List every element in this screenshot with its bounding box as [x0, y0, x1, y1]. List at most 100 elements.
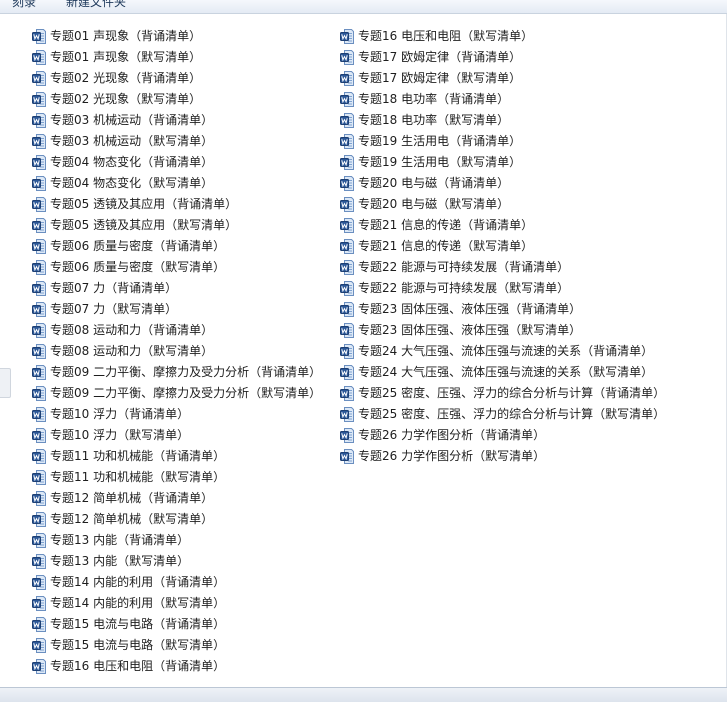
word-document-icon: [32, 71, 46, 86]
file-item[interactable]: 专题22 能源与可持续发展（默写清单）: [340, 278, 665, 299]
file-name: 专题10 浮力（默写清单）: [50, 428, 190, 442]
burn-button[interactable]: 刻录: [12, 0, 36, 10]
word-document-icon: [340, 302, 354, 317]
file-item[interactable]: 专题10 浮力（默写清单）: [32, 425, 321, 446]
file-item[interactable]: 专题02 光现象（默写清单）: [32, 89, 321, 110]
file-item[interactable]: 专题13 内能（默写清单）: [32, 551, 321, 572]
word-document-icon: [340, 344, 354, 359]
file-item[interactable]: 专题24 大气压强、流体压强与流速的关系（背诵清单）: [340, 341, 665, 362]
file-item[interactable]: 专题04 物态变化（默写清单）: [32, 173, 321, 194]
file-item[interactable]: 专题21 信息的传递（默写清单）: [340, 236, 665, 257]
file-item[interactable]: 专题05 透镜及其应用（默写清单）: [32, 215, 321, 236]
file-name: 专题25 密度、压强、浮力的综合分析与计算（背诵清单）: [358, 386, 666, 400]
file-name: 专题18 电功率（背诵清单）: [358, 92, 510, 106]
file-name: 专题08 运动和力（背诵清单）: [50, 323, 214, 337]
file-item[interactable]: 专题02 光现象（背诵清单）: [32, 68, 321, 89]
file-item[interactable]: 专题19 生活用电（背诵清单）: [340, 131, 665, 152]
file-item[interactable]: 专题15 电流与电路（背诵清单）: [32, 614, 321, 635]
file-name: 专题20 电与磁（背诵清单）: [358, 176, 510, 190]
file-name: 专题09 二力平衡、摩擦力及受力分析（默写清单）: [50, 386, 322, 400]
word-document-icon: [32, 533, 46, 548]
file-name: 专题17 欧姆定律（默写清单）: [358, 71, 522, 85]
file-item[interactable]: 专题22 能源与可持续发展（背诵清单）: [340, 257, 665, 278]
word-document-icon: [32, 113, 46, 128]
file-name: 专题04 物态变化（默写清单）: [50, 176, 214, 190]
file-item[interactable]: 专题07 力（背诵清单）: [32, 278, 321, 299]
word-document-icon: [32, 659, 46, 674]
file-item[interactable]: 专题23 固体压强、液体压强（背诵清单）: [340, 299, 665, 320]
file-item[interactable]: 专题09 二力平衡、摩擦力及受力分析（背诵清单）: [32, 362, 321, 383]
file-item[interactable]: 专题13 内能（背诵清单）: [32, 530, 321, 551]
file-name: 专题11 功和机械能（背诵清单）: [50, 449, 226, 463]
file-name: 专题15 电流与电路（背诵清单）: [50, 617, 226, 631]
explorer-toolbar: 刻录 新建文件夹: [0, 0, 727, 14]
word-document-icon: [32, 197, 46, 212]
file-item[interactable]: 专题24 大气压强、流体压强与流速的关系（默写清单）: [340, 362, 665, 383]
file-item[interactable]: 专题23 固体压强、液体压强（默写清单）: [340, 320, 665, 341]
file-item[interactable]: 专题08 运动和力（默写清单）: [32, 341, 321, 362]
file-item[interactable]: 专题08 运动和力（背诵清单）: [32, 320, 321, 341]
file-item[interactable]: 专题26 力学作图分析（背诵清单）: [340, 425, 665, 446]
file-item[interactable]: 专题06 质量与密度（背诵清单）: [32, 236, 321, 257]
file-item[interactable]: 专题19 生活用电（默写清单）: [340, 152, 665, 173]
file-item[interactable]: 专题03 机械运动（默写清单）: [32, 131, 321, 152]
word-document-icon: [340, 323, 354, 338]
file-item[interactable]: 专题15 电流与电路（默写清单）: [32, 635, 321, 656]
file-item[interactable]: 专题20 电与磁（背诵清单）: [340, 173, 665, 194]
new-folder-button[interactable]: 新建文件夹: [66, 0, 126, 10]
file-name: 专题14 内能的利用（背诵清单）: [50, 575, 226, 589]
word-document-icon: [340, 260, 354, 275]
file-name: 专题01 声现象（背诵清单）: [50, 29, 202, 43]
file-item[interactable]: 专题05 透镜及其应用（背诵清单）: [32, 194, 321, 215]
word-document-icon: [32, 617, 46, 632]
file-item[interactable]: 专题18 电功率（默写清单）: [340, 110, 665, 131]
file-item[interactable]: 专题21 信息的传递（背诵清单）: [340, 215, 665, 236]
word-document-icon: [32, 323, 46, 338]
file-item[interactable]: 专题25 密度、压强、浮力的综合分析与计算（默写清单）: [340, 404, 665, 425]
word-document-icon: [32, 302, 46, 317]
file-item[interactable]: 专题17 欧姆定律（背诵清单）: [340, 47, 665, 68]
word-document-icon: [32, 491, 46, 506]
file-item[interactable]: 专题10 浮力（背诵清单）: [32, 404, 321, 425]
word-document-icon: [340, 449, 354, 464]
file-item[interactable]: 专题18 电功率（背诵清单）: [340, 89, 665, 110]
word-document-icon: [32, 344, 46, 359]
file-list-view: 专题01 声现象（背诵清单） 专题01 声现象（默写清单） 专题02 光现象（背诵清…: [0, 14, 727, 688]
word-document-icon: [32, 281, 46, 296]
file-item[interactable]: 专题09 二力平衡、摩擦力及受力分析（默写清单）: [32, 383, 321, 404]
file-name: 专题19 生活用电（默写清单）: [358, 155, 522, 169]
word-document-icon: [32, 554, 46, 569]
file-item[interactable]: 专题07 力（默写清单）: [32, 299, 321, 320]
file-name: 专题12 简单机械（默写清单）: [50, 512, 214, 526]
file-name: 专题04 物态变化（背诵清单）: [50, 155, 214, 169]
file-item[interactable]: 专题12 简单机械（背诵清单）: [32, 488, 321, 509]
file-item[interactable]: 专题01 声现象（背诵清单）: [32, 26, 321, 47]
file-item[interactable]: 专题01 声现象（默写清单）: [32, 47, 321, 68]
file-item[interactable]: 专题06 质量与密度（默写清单）: [32, 257, 321, 278]
word-document-icon: [340, 197, 354, 212]
file-item[interactable]: 专题03 机械运动（背诵清单）: [32, 110, 321, 131]
file-item[interactable]: 专题04 物态变化（背诵清单）: [32, 152, 321, 173]
file-item[interactable]: 专题17 欧姆定律（默写清单）: [340, 68, 665, 89]
word-document-icon: [340, 71, 354, 86]
file-item[interactable]: 专题14 内能的利用（默写清单）: [32, 593, 321, 614]
file-name: 专题10 浮力（背诵清单）: [50, 407, 190, 421]
file-item[interactable]: 专题11 功和机械能（默写清单）: [32, 467, 321, 488]
file-item[interactable]: 专题16 电压和电阻（默写清单）: [340, 26, 665, 47]
file-item[interactable]: 专题20 电与磁（默写清单）: [340, 194, 665, 215]
file-item[interactable]: 专题11 功和机械能（背诵清单）: [32, 446, 321, 467]
file-item[interactable]: 专题14 内能的利用（背诵清单）: [32, 572, 321, 593]
word-document-icon: [32, 428, 46, 443]
word-document-icon: [340, 239, 354, 254]
file-name: 专题22 能源与可持续发展（背诵清单）: [358, 260, 570, 274]
file-item[interactable]: 专题16 电压和电阻（背诵清单）: [32, 656, 321, 677]
word-document-icon: [32, 365, 46, 380]
file-item[interactable]: 专题12 简单机械（默写清单）: [32, 509, 321, 530]
file-name: 专题05 透镜及其应用（默写清单）: [50, 218, 238, 232]
file-name: 专题18 电功率（默写清单）: [358, 113, 510, 127]
file-name: 专题17 欧姆定律（背诵清单）: [358, 50, 522, 64]
file-name: 专题01 声现象（默写清单）: [50, 50, 202, 64]
file-item[interactable]: 专题25 密度、压强、浮力的综合分析与计算（背诵清单）: [340, 383, 665, 404]
word-document-icon: [340, 92, 354, 107]
file-item[interactable]: 专题26 力学作图分析（默写清单）: [340, 446, 665, 467]
